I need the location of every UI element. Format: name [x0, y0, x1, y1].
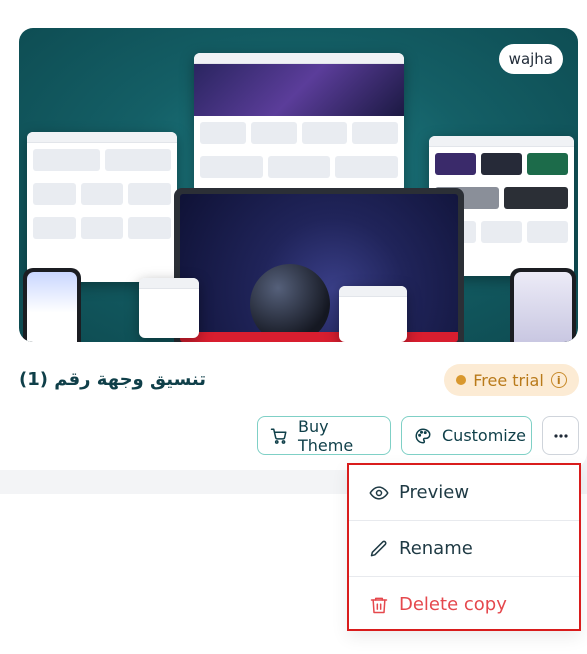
menu-item-delete-copy[interactable]: Delete copy [349, 577, 579, 632]
laptop-mockup [174, 188, 464, 342]
free-trial-badge: Free trial i [444, 364, 579, 396]
laptop-card-mockup [139, 278, 199, 338]
desktop-mockup [194, 53, 404, 193]
status-dot-icon [456, 375, 467, 385]
info-icon[interactable]: i [550, 372, 567, 388]
customize-button[interactable]: Customize [401, 416, 532, 455]
menu-item-rename[interactable]: Rename [349, 521, 579, 577]
menu-item-preview[interactable]: Preview [349, 465, 579, 521]
more-options-button[interactable] [542, 416, 579, 455]
theme-card: wajha تنسيق وجهة رقم (1) Free trial i Bu… [0, 0, 587, 470]
menu-item-label: Preview [399, 482, 470, 503]
phone-mockup-left [23, 268, 81, 342]
phone-mockup-right [510, 268, 576, 342]
theme-options-menu: Preview Rename Delete copy [347, 463, 581, 631]
buy-theme-label: Buy Theme [298, 416, 354, 455]
brand-badge: wajha [498, 44, 563, 74]
product-mockup [27, 132, 177, 282]
theme-title: تنسيق وجهة رقم (1) [19, 366, 206, 394]
buy-theme-button[interactable]: Buy Theme [257, 416, 391, 455]
more-horizontal-icon [553, 433, 569, 439]
customize-label: Customize [442, 426, 526, 445]
menu-item-label: Rename [399, 538, 473, 559]
free-trial-label: Free trial [473, 370, 544, 390]
theme-preview-image[interactable]: wajha [19, 28, 578, 342]
theme-title-text: تنسيق وجهة رقم (1) [19, 369, 207, 390]
palette-icon [414, 427, 432, 445]
eye-icon [369, 483, 389, 503]
cart-icon [270, 427, 288, 445]
pencil-icon [369, 539, 389, 559]
earbuds-card-mockup [339, 286, 407, 342]
trash-icon [369, 595, 389, 615]
menu-item-label: Delete copy [399, 594, 507, 615]
